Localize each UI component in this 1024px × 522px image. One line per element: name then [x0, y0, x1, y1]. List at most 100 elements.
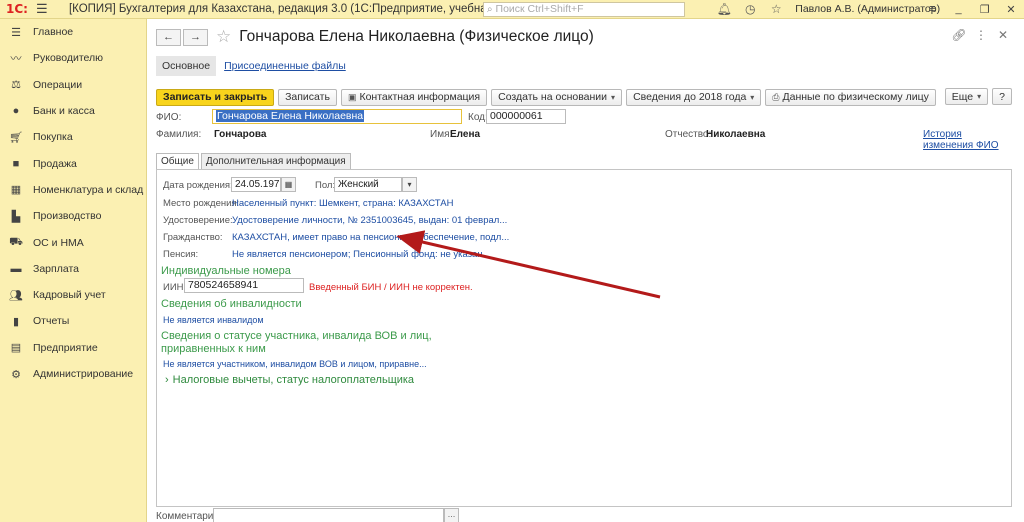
- tab-additional[interactable]: Дополнительная информация: [200, 153, 351, 169]
- sidebar-item-personnel[interactable]: 👥︎ Кадровый учет: [0, 282, 146, 308]
- forward-button[interactable]: →: [183, 28, 208, 46]
- fio-history-link[interactable]: История изменения ФИО: [923, 129, 1003, 151]
- purchase-icon: 🛒︎: [9, 131, 23, 144]
- personnel-icon: 👥︎: [9, 289, 23, 302]
- id-doc-link[interactable]: Удостоверение личности, № 2351003645, вы…: [232, 215, 507, 226]
- sidebar-item-manager[interactable]: 〰 Руководителю: [0, 45, 146, 71]
- save-close-button[interactable]: Записать и закрыть: [156, 88, 275, 106]
- chevron-down-icon: ▾: [750, 92, 755, 102]
- more-icon[interactable]: ⋮: [970, 28, 992, 42]
- document-form: ← → ☆ Гончарова Елена Николаевна (Физиче…: [148, 19, 1024, 522]
- form-header: ← → ☆ Гончарова Елена Николаевна (Физиче…: [156, 27, 594, 47]
- sidebar-item-salary[interactable]: ▬ Зарплата: [0, 256, 146, 282]
- tab-general[interactable]: Общие: [156, 153, 199, 169]
- contact-info-button[interactable]: ▣ Контактная информация: [340, 88, 488, 106]
- name-value: Елена: [450, 129, 481, 140]
- disability-link[interactable]: Не является инвалидом: [163, 315, 264, 325]
- calendar-icon[interactable]: ▦: [281, 177, 296, 192]
- global-search-input[interactable]: ⌕ Поиск Ctrl+Shift+F: [482, 1, 686, 17]
- salary-icon: ▬: [10, 262, 22, 275]
- bell-icon[interactable]: 🔔︎: [711, 2, 737, 16]
- sidebar-item-warehouse[interactable]: ▦ Номенклатура и склад: [0, 177, 146, 203]
- iin-input[interactable]: 780524658941: [184, 278, 304, 293]
- comment-more-button[interactable]: …: [444, 508, 459, 522]
- restore-icon[interactable]: ❐: [972, 3, 998, 16]
- page-title: Гончарова Елена Николаевна (Физическое л…: [239, 28, 594, 45]
- close-icon[interactable]: ✕: [992, 28, 1014, 42]
- form-tabs: Общие Дополнительная информация: [156, 153, 353, 169]
- sidebar-item-production[interactable]: ▙ Производство: [0, 203, 146, 229]
- veteran-heading-line2: приравненных к ним: [161, 343, 266, 355]
- citizenship-link[interactable]: КАЗАХСТАН, имеет право на пенсионное обе…: [232, 232, 509, 243]
- fio-label: ФИО:: [156, 112, 182, 123]
- ind-numbers-heading: Индивидуальные номера: [161, 265, 291, 277]
- fio-value: Гончарова Елена Николаевна: [216, 110, 365, 122]
- birth-date-input[interactable]: 24.05.1978: [231, 177, 281, 192]
- sidebar-item-purchase[interactable]: 🛒︎ Покупка: [0, 124, 146, 150]
- sidebar-item-admin[interactable]: ⚙ Администрирование: [0, 361, 146, 387]
- chevron-down-icon: ▾: [611, 92, 616, 102]
- birth-date-label: Дата рождения:: [163, 180, 233, 191]
- subtab-main[interactable]: Основное: [156, 56, 217, 76]
- current-user[interactable]: Павлов А.В. (Администратор): [795, 3, 940, 15]
- production-icon: ▙: [11, 210, 21, 223]
- code-label: Код:: [468, 112, 488, 123]
- subtab-attached-files[interactable]: Присоединенные файлы: [224, 60, 346, 72]
- veteran-heading-line1: Сведения о статусе участника, инвалида В…: [161, 330, 432, 342]
- sidebar-item-operations[interactable]: ⚖ Операции: [0, 72, 146, 98]
- link-icon[interactable]: 🔗︎: [948, 28, 970, 42]
- person-data-button[interactable]: ⎙ Данные по физическому лицу: [765, 88, 936, 106]
- create-based-button[interactable]: Создать на основании ▾: [491, 88, 623, 106]
- sidebar-item-reports[interactable]: ▮ Отчеты: [0, 308, 146, 334]
- birthplace-link[interactable]: Населенный пункт: Шемкент, страна: КАЗАХ…: [232, 198, 453, 209]
- save-button[interactable]: Записать: [278, 88, 337, 106]
- disability-heading: Сведения об инвалидности: [161, 298, 302, 310]
- tax-deductions-toggle[interactable]: › Налоговые вычеты, статус налогоплательщ…: [165, 374, 414, 386]
- fio-input[interactable]: Гончарова Елена Николаевна: [212, 109, 462, 124]
- enterprise-icon: ▤: [10, 342, 22, 355]
- birthplace-label: Место рождения:: [163, 198, 240, 209]
- name-label: Имя:: [430, 129, 453, 140]
- pension-link[interactable]: Не является пенсионером; Пенсионный фонд…: [232, 249, 483, 260]
- chevron-down-icon: ▾: [977, 92, 982, 101]
- gender-select[interactable]: Женский: [334, 177, 402, 192]
- pension-label: Пенсия:: [163, 249, 199, 260]
- minimize-icon[interactable]: _: [945, 3, 971, 15]
- help-button[interactable]: ?: [992, 88, 1012, 105]
- bank-icon: ●: [12, 105, 20, 118]
- sale-icon: ■: [12, 157, 20, 170]
- chevron-right-icon: ›: [165, 374, 169, 386]
- more-button[interactable]: Еще ▾: [944, 88, 989, 105]
- info-2018-button[interactable]: Сведения до 2018 года ▾: [626, 88, 762, 106]
- history-icon[interactable]: ◷: [737, 2, 763, 16]
- admin-icon: ⚙: [11, 368, 21, 381]
- close-window-icon[interactable]: ✕: [998, 3, 1024, 16]
- settings-icon[interactable]: ≡: [919, 3, 945, 15]
- sidebar-item-sale[interactable]: ■ Продажа: [0, 150, 146, 176]
- comment-label: Комментарий:: [156, 511, 222, 522]
- sidebar-item-enterprise[interactable]: ▤ Предприятие: [0, 335, 146, 361]
- assets-icon: ⛟: [9, 235, 23, 248]
- favorite-star-icon[interactable]: ☆: [216, 27, 231, 47]
- hamburger-icon[interactable]: ☰: [36, 1, 51, 17]
- form-toolbar: Записать и закрыть Записать ▣ Контактная…: [156, 88, 1012, 106]
- app-title: [КОПИЯ] Бухгалтерия для Казахстана, реда…: [68, 3, 538, 15]
- sidebar-item-main[interactable]: ☰ Главное: [0, 19, 146, 45]
- sidebar-item-assets[interactable]: ⛟ ОС и НМА: [0, 229, 146, 255]
- back-button[interactable]: ←: [156, 28, 181, 46]
- code-input[interactable]: 000000061: [486, 109, 566, 124]
- reports-icon: ▮: [12, 315, 20, 328]
- chevron-down-icon[interactable]: ▾: [402, 177, 417, 192]
- sidebar-item-bank[interactable]: ● Банк и касса: [0, 98, 146, 124]
- trend-icon: 〰: [10, 53, 22, 66]
- comment-input[interactable]: [213, 508, 444, 522]
- form-subtabs: Основное Присоединенные файлы: [156, 55, 346, 77]
- app-logo: 1С:: [6, 2, 28, 16]
- veteran-link[interactable]: Не является участником, инвалидом ВОВ и …: [163, 359, 427, 369]
- star-icon[interactable]: ☆: [763, 2, 789, 16]
- form-window-controls: 🔗︎ ⋮ ✕: [948, 28, 1014, 42]
- search-icon: ⌕: [486, 3, 493, 15]
- surname-label: Фамилия:: [156, 129, 202, 140]
- citizenship-label: Гражданство:: [163, 232, 223, 243]
- sidebar: ☰ Главное 〰 Руководителю ⚖ Операции ● Банк и…: [0, 19, 147, 522]
